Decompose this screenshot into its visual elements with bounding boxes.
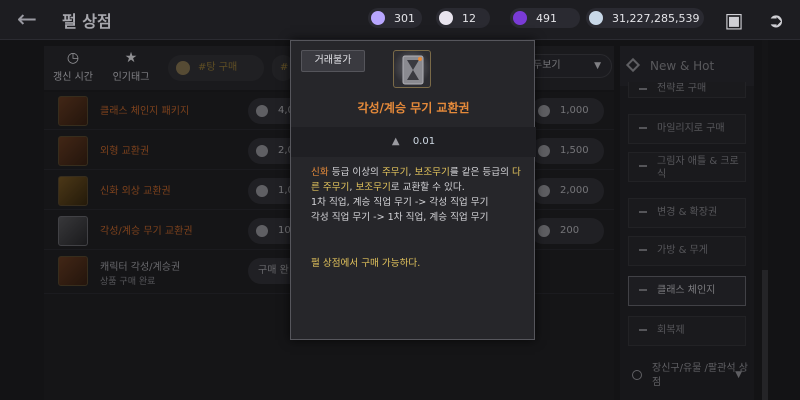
untradable-badge: 거래불가 xyxy=(301,50,365,72)
weight-icon: ▲ xyxy=(391,136,400,147)
item-tooltip: 거래불가 각성/계승 무기 교환권 ▲ 0.01 신화 등급 이상의 주무기, … xyxy=(290,40,536,340)
desc-line: 각성 직업 무기 -> 1차 직업, 계승 직업 무기 xyxy=(311,212,489,223)
currency-value: 301 xyxy=(394,11,415,25)
desc-sub-weapon: 보조무기 xyxy=(414,167,450,178)
desc-text: 로 교환할 수 있다. xyxy=(390,182,465,193)
exit-icon[interactable]: ➲ xyxy=(762,6,790,34)
currency-pearl: 12 xyxy=(436,8,490,28)
back-arrow-icon[interactable]: ← xyxy=(12,7,42,32)
top-bar: ← 펄 상점 301 12 491 31,227,285,539 ▣ ➲ xyxy=(0,0,800,40)
item-weight: ▲ 0.01 xyxy=(291,127,536,157)
inventory-box-icon[interactable]: ▣ xyxy=(720,6,748,34)
hourglass-scroll-icon xyxy=(393,50,431,88)
silver-coin-icon xyxy=(589,11,603,25)
purchase-note: 펄 상점에서 구매 가능하다. xyxy=(311,258,421,269)
item-description: 신화 등급 이상의 주무기, 보조무기를 같은 등급의 다른 주무기, 보조무기… xyxy=(311,165,521,225)
pearl-icon xyxy=(439,11,453,25)
desc-text: 를 같은 등급의 xyxy=(449,167,512,178)
currency-crystal: 301 xyxy=(368,8,422,28)
weight-value: 0.01 xyxy=(412,136,436,147)
desc-line: 1차 직업, 계승 직업 무기 -> 각성 직업 무기 xyxy=(311,197,489,208)
page-title: 펄 상점 xyxy=(62,12,112,31)
desc-sub-weapon: 보조무기 xyxy=(355,182,391,193)
purple-crystal-icon xyxy=(371,11,385,25)
desc-main-weapon: 주무기 xyxy=(381,167,409,178)
desc-grade: 신화 xyxy=(311,167,329,178)
currency-value: 31,227,285,539 xyxy=(612,11,700,25)
desc-text: 등급 이상의 xyxy=(328,167,382,178)
currency-value: 491 xyxy=(536,11,557,25)
item-title: 각성/계승 무기 교환권 xyxy=(357,101,470,115)
currency-silver: 31,227,285,539 xyxy=(586,8,704,28)
dark-orb-icon xyxy=(513,11,527,25)
currency-dark-orb: 491 xyxy=(510,8,580,28)
currency-value: 12 xyxy=(462,11,476,25)
